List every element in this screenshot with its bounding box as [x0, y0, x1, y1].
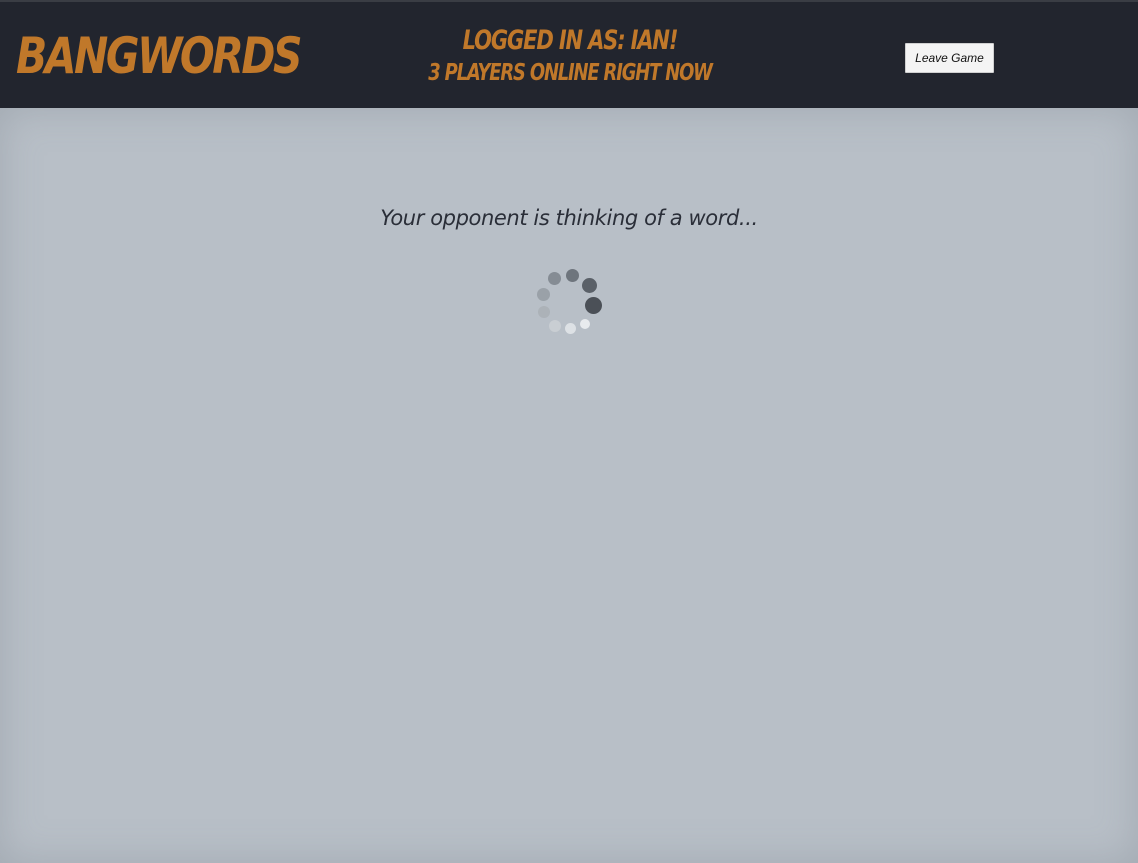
- spinner-dot: [548, 272, 561, 285]
- waiting-message: Your opponent is thinking of a word...: [380, 206, 758, 230]
- logged-in-user-text: Logged in as: Ian!: [462, 25, 679, 56]
- site-logo[interactable]: Bangwords: [16, 24, 302, 88]
- leave-game-button[interactable]: Leave Game: [905, 43, 994, 73]
- spinner-dot: [537, 288, 550, 301]
- spinner-dot: [538, 306, 550, 318]
- loading-spinner-icon: [535, 266, 607, 338]
- spinner-dot: [565, 323, 576, 334]
- login-status: Logged in as: Ian! 3 players online righ…: [360, 24, 780, 88]
- spinner-dot: [566, 269, 579, 282]
- spinner-dot: [580, 319, 590, 329]
- spinner-dot: [549, 320, 561, 332]
- site-header: Bangwords Logged in as: Ian! 3 players o…: [0, 2, 1138, 108]
- spinner-dot: [585, 297, 602, 314]
- spinner-dot: [582, 278, 597, 293]
- players-online-text: 3 players online right now: [428, 60, 713, 86]
